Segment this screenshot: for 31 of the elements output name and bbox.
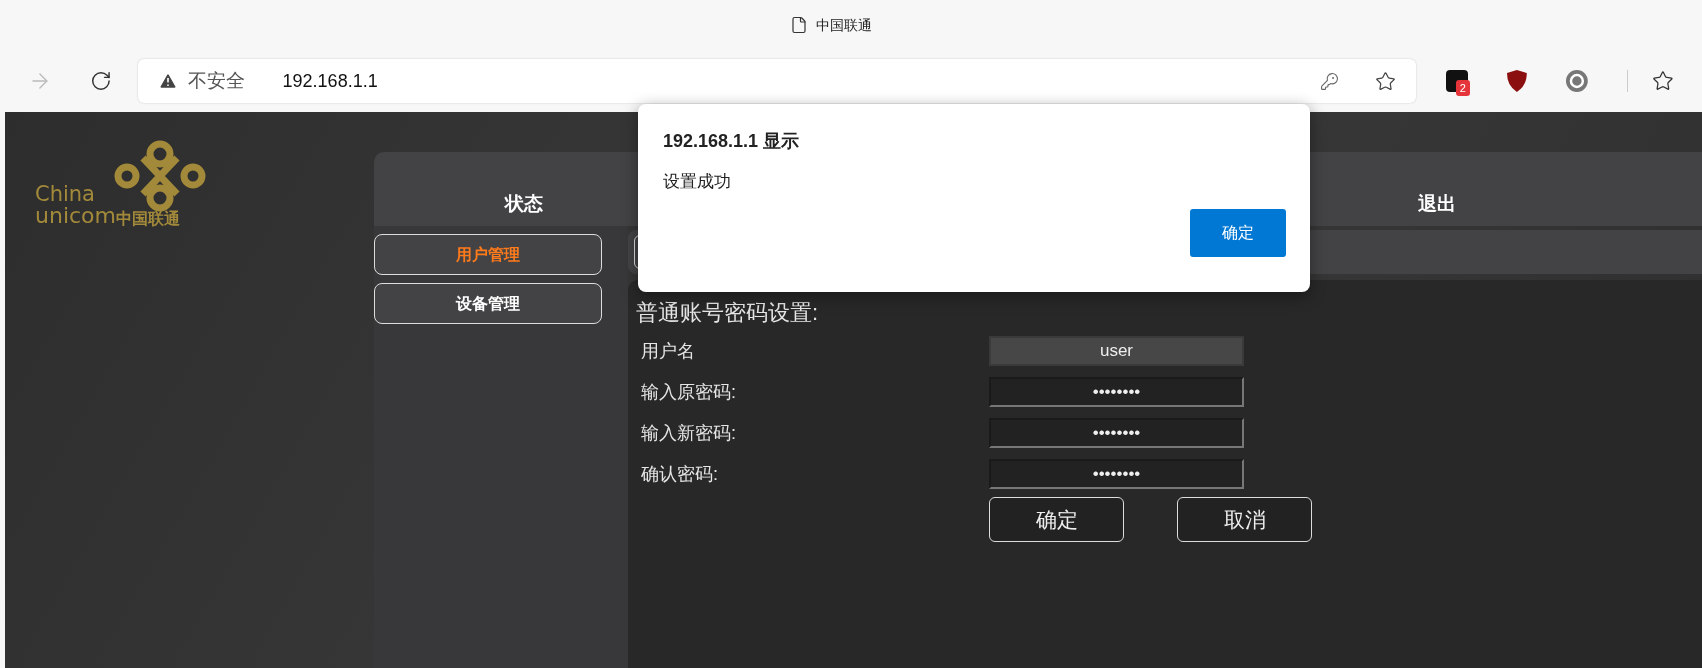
- notification-badge: 2: [1455, 80, 1470, 96]
- field-label: 输入原密码:: [640, 380, 737, 404]
- password-field[interactable]: ••••••••: [989, 459, 1244, 489]
- reload-icon[interactable]: [89, 70, 112, 92]
- url-text: 192.168.1.1: [282, 69, 378, 93]
- form-heading: 普通账号密码设置:: [636, 299, 820, 327]
- password-field[interactable]: ••••••••: [989, 418, 1244, 448]
- password-field[interactable]: ••••••••: [989, 377, 1244, 407]
- logo-text: 中国联通: [116, 211, 180, 227]
- favorites-icon[interactable]: [1652, 70, 1674, 92]
- field-label: 确认密码:: [640, 462, 719, 486]
- add-favorite-icon[interactable]: [1374, 70, 1396, 92]
- page-icon: [790, 16, 808, 34]
- field-label: 输入新密码:: [640, 421, 737, 445]
- security-label: 不安全: [187, 68, 245, 93]
- form-button[interactable]: 取消: [1177, 497, 1312, 542]
- side-nav-button[interactable]: 设备管理: [374, 283, 602, 324]
- logo-text: China: [35, 184, 96, 205]
- ok-button[interactable]: 确定: [1190, 208, 1286, 257]
- dialog-title: 192.168.1.1 显示: [663, 130, 801, 153]
- side-nav-button[interactable]: 用户管理: [374, 234, 602, 275]
- nav-tab[interactable]: 退出: [1287, 189, 1587, 218]
- logo-text: unicom: [35, 205, 116, 227]
- tab-title[interactable]: 中国联通: [816, 14, 872, 36]
- form-button[interactable]: 确定: [989, 497, 1124, 542]
- username-field[interactable]: user: [989, 336, 1244, 366]
- field-label: 用户名: [640, 339, 696, 363]
- warning-icon: [157, 71, 178, 91]
- shield-icon[interactable]: [1505, 69, 1528, 93]
- key-icon[interactable]: [1319, 71, 1339, 91]
- address-bar[interactable]: 不安全 192.168.1.1: [137, 59, 1416, 103]
